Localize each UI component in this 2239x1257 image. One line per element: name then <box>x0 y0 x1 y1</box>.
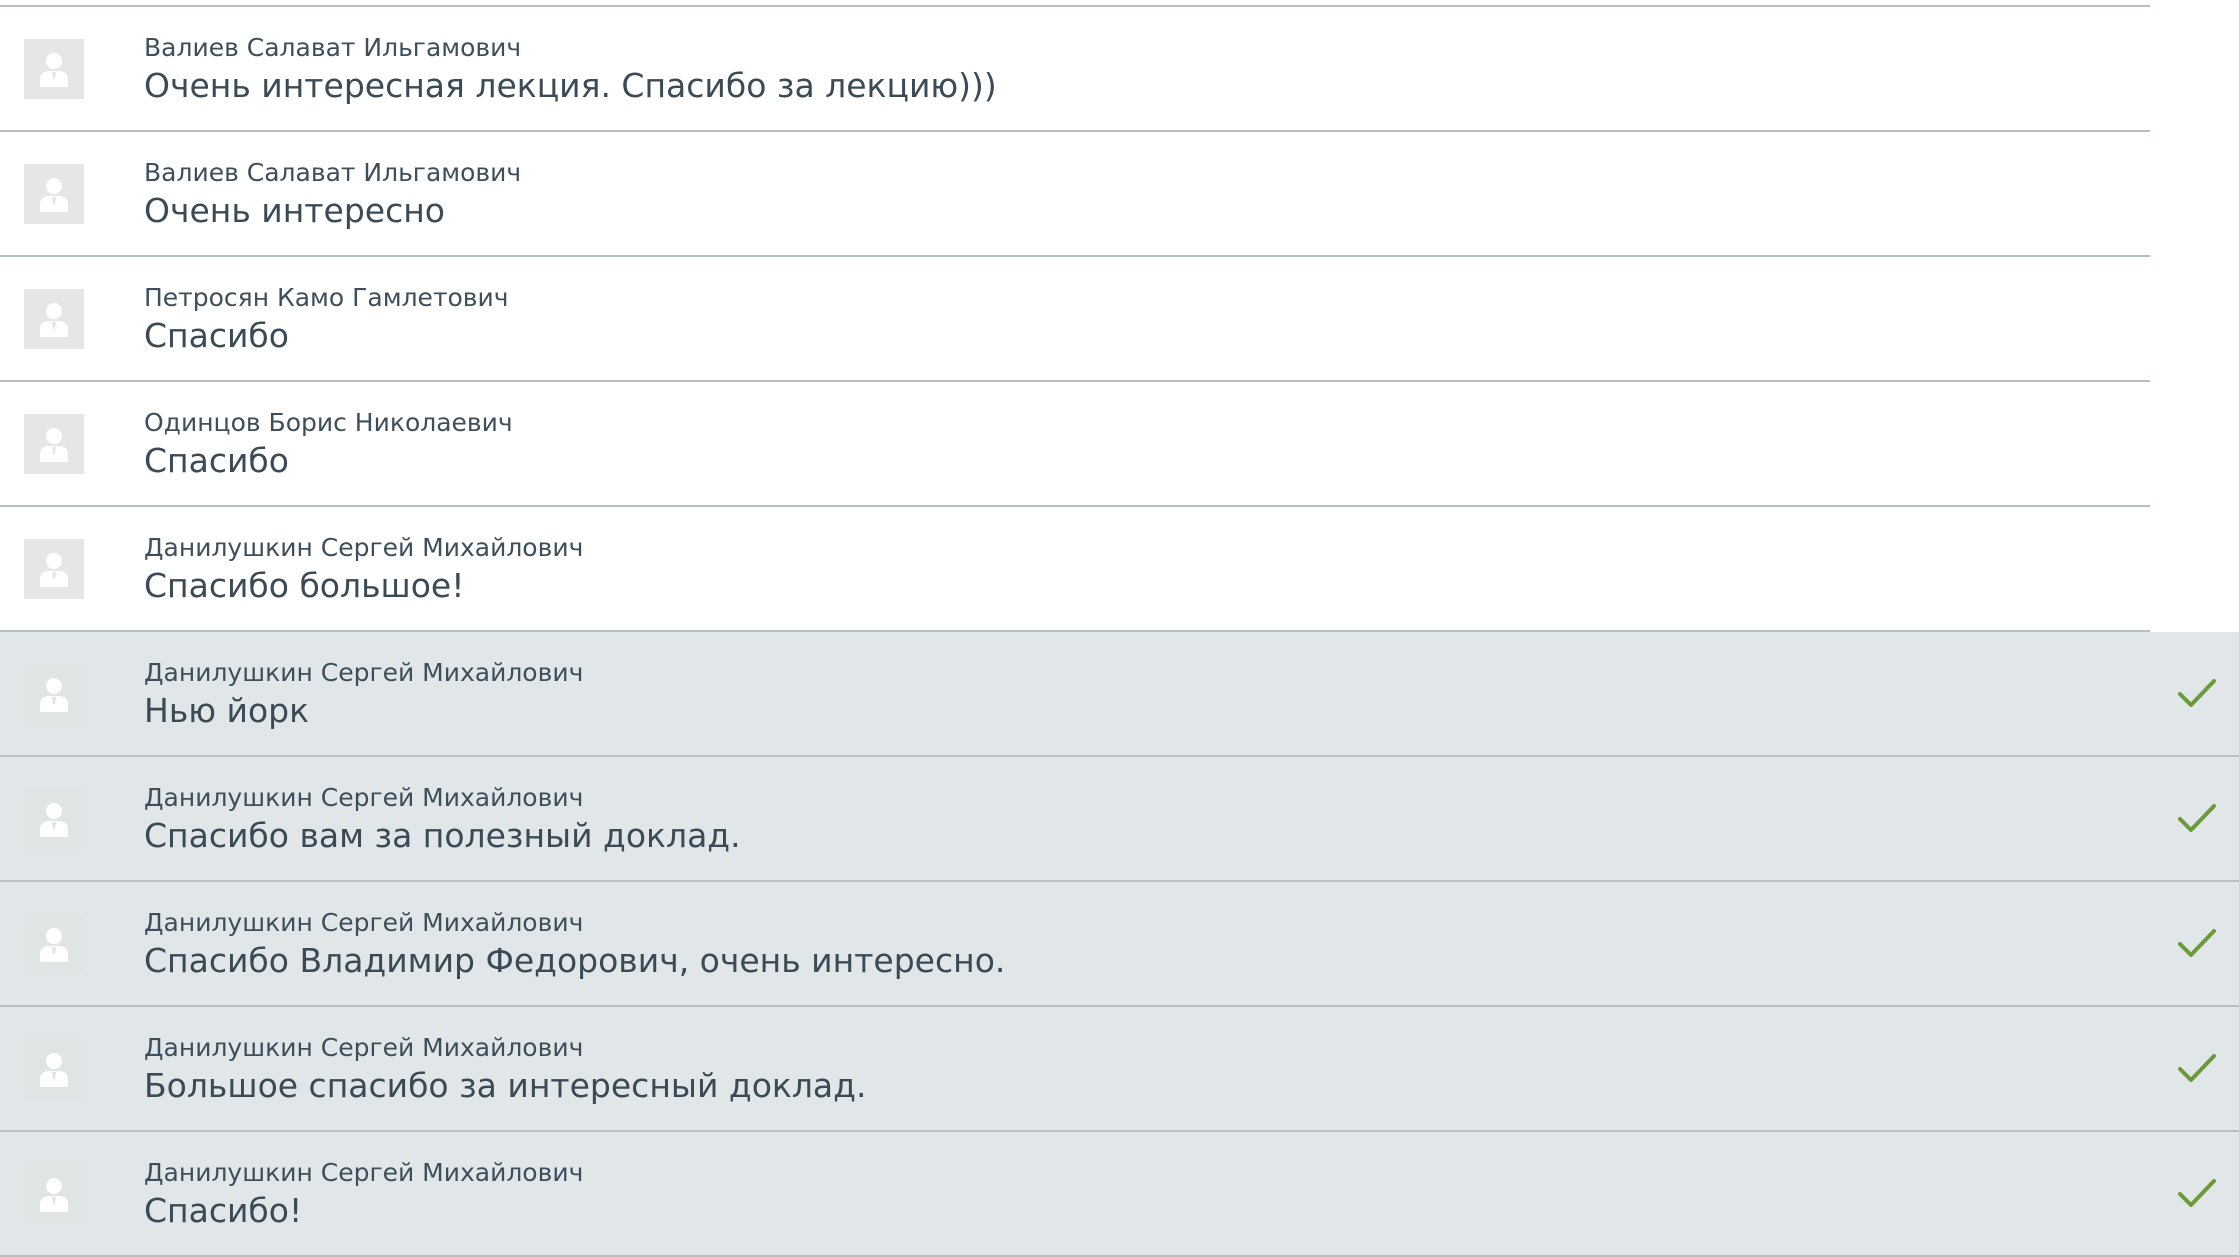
comment-row[interactable]: Валиев Салават Ильгамович Очень интересн… <box>0 132 2150 257</box>
checkmark-icon[interactable] <box>2177 1052 2217 1086</box>
comment-text: Очень интересно <box>144 191 445 230</box>
avatar <box>24 164 84 224</box>
avatar <box>24 914 84 974</box>
comment-author: Петросян Камо Гамлетович <box>144 283 509 312</box>
comment-row[interactable]: Данилушкин Сергей Михайлович Спасибо бол… <box>0 507 2150 632</box>
user-avatar-icon <box>37 1174 71 1214</box>
avatar <box>24 414 84 474</box>
comment-row-approved[interactable]: Данилушкин Сергей Михайлович Спасибо Вла… <box>0 882 2239 1007</box>
user-avatar-icon <box>37 799 71 839</box>
user-avatar-icon <box>37 49 71 89</box>
comment-row-approved[interactable]: Данилушкин Сергей Михайлович Нью йорк <box>0 632 2239 757</box>
comment-row-approved[interactable]: Данилушкин Сергей Михайлович Большое спа… <box>0 1007 2239 1132</box>
avatar <box>24 289 84 349</box>
comment-text: Очень интересная лекция. Спасибо за лекц… <box>144 66 997 105</box>
user-avatar-icon <box>37 424 71 464</box>
comment-author: Данилушкин Сергей Михайлович <box>144 533 584 562</box>
comment-author: Данилушкин Сергей Михайлович <box>144 1158 584 1187</box>
comment-row[interactable]: Петросян Камо Гамлетович Спасибо <box>0 257 2150 382</box>
user-avatar-icon <box>37 299 71 339</box>
comment-author: Данилушкин Сергей Михайлович <box>144 658 584 687</box>
comment-text: Спасибо вам за полезный доклад. <box>144 816 741 855</box>
checkmark-icon[interactable] <box>2177 1177 2217 1211</box>
avatar <box>24 1039 84 1099</box>
user-avatar-icon <box>37 1049 71 1089</box>
comment-author: Одинцов Борис Николаевич <box>144 408 513 437</box>
comment-author: Данилушкин Сергей Михайлович <box>144 1033 584 1062</box>
comment-text: Нью йорк <box>144 691 310 730</box>
comment-text: Спасибо Владимир Федорович, очень интере… <box>144 941 1006 980</box>
comment-author: Валиев Салават Ильгамович <box>144 158 522 187</box>
user-avatar-icon <box>37 549 71 589</box>
comment-text: Большое спасибо за интересный доклад. <box>144 1066 867 1105</box>
checkmark-icon[interactable] <box>2177 802 2217 836</box>
avatar <box>24 789 84 849</box>
comment-row[interactable]: Одинцов Борис Николаевич Спасибо <box>0 382 2150 507</box>
comment-text: Спасибо! <box>144 1191 303 1230</box>
avatar <box>24 664 84 724</box>
user-avatar-icon <box>37 174 71 214</box>
comment-row-approved[interactable]: Данилушкин Сергей Михайлович Спасибо вам… <box>0 757 2239 882</box>
user-avatar-icon <box>37 924 71 964</box>
comment-text: Спасибо большое! <box>144 566 465 605</box>
avatar <box>24 1164 84 1224</box>
comment-author: Валиев Салават Ильгамович <box>144 33 522 62</box>
checkmark-icon[interactable] <box>2177 677 2217 711</box>
avatar <box>24 39 84 99</box>
comment-author: Данилушкин Сергей Михайлович <box>144 908 584 937</box>
checkmark-icon[interactable] <box>2177 927 2217 961</box>
user-avatar-icon <box>37 674 71 714</box>
comment-text: Спасибо <box>144 441 289 480</box>
comment-row-approved[interactable]: Данилушкин Сергей Михайлович Спасибо! <box>0 1132 2239 1257</box>
comment-author: Данилушкин Сергей Михайлович <box>144 783 584 812</box>
comment-row[interactable]: Валиев Салават Ильгамович Очень интересн… <box>0 7 2150 132</box>
comment-list: Валиев Салават Ильгамович Очень интересн… <box>0 7 2239 1257</box>
comment-text: Спасибо <box>144 316 289 355</box>
avatar <box>24 539 84 599</box>
